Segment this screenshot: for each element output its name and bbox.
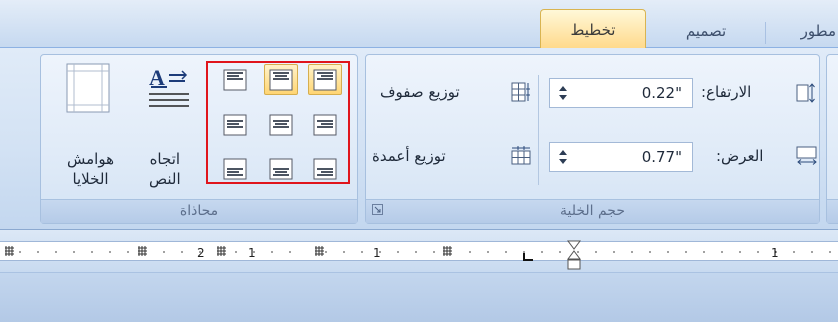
- distribute-rows-icon: [511, 82, 531, 106]
- height-spinner-icon[interactable]: [558, 84, 568, 102]
- group-label-cell-size: حجم الخلية: [366, 199, 819, 223]
- text-direction-icon: A: [147, 65, 193, 119]
- height-label: الارتفاع:: [701, 83, 752, 101]
- cell-margins-icon: [66, 63, 110, 117]
- ruler-column-marker[interactable]: [315, 246, 324, 256]
- tab-stop-icon[interactable]: [523, 248, 535, 267]
- width-value: 0.77": [641, 148, 682, 166]
- ruler-ticks: 2 1 1 1: [5, 246, 831, 260]
- distribute-columns-icon: [511, 145, 531, 169]
- ribbon-group-partial-right: [826, 54, 838, 224]
- tab-separator: [765, 22, 766, 44]
- ruler-column-marker[interactable]: [217, 246, 226, 256]
- ruler-number: 1: [771, 246, 779, 260]
- ruler-number: 2: [197, 246, 205, 260]
- ruler-bar: 2 1 1 1: [0, 230, 838, 273]
- column-width-icon: [796, 146, 818, 170]
- group-separator: [538, 75, 539, 185]
- tab-layout[interactable]: تخطيط: [540, 9, 646, 49]
- ruler-number: 1: [248, 246, 256, 260]
- distribute-columns-button[interactable]: توزيع أعمدة: [372, 147, 446, 165]
- width-spinner-icon[interactable]: [558, 148, 568, 166]
- group-label-partial: [827, 199, 838, 223]
- distribute-rows-button[interactable]: توزيع صفوف: [380, 83, 460, 101]
- document-area-background: [0, 273, 838, 322]
- horizontal-ruler[interactable]: 2 1 1 1: [0, 241, 838, 261]
- ribbon-group-cell-size: الارتفاع: 0.22" توزيع صفوف العرض: 0.77" …: [365, 54, 820, 224]
- text-direction-button[interactable]: A اتجاه النص: [129, 61, 204, 191]
- tab-design[interactable]: تصميم: [650, 16, 762, 48]
- ruler-column-marker[interactable]: [443, 246, 452, 256]
- word-window: تخطيط تصميم مطور الارتفاع: 0.22" توزيع ص…: [0, 0, 838, 322]
- indent-marker-icon[interactable]: [566, 240, 582, 276]
- height-input[interactable]: 0.22": [549, 78, 693, 108]
- tab-developer[interactable]: مطور: [770, 16, 838, 48]
- cell-margins-button[interactable]: هوامش الخلايا: [51, 61, 121, 191]
- group-label-alignment: محاذاة: [41, 199, 357, 223]
- ribbon-panel: الارتفاع: 0.22" توزيع صفوف العرض: 0.77" …: [0, 48, 838, 230]
- ruler-column-marker[interactable]: [138, 246, 147, 256]
- cell-margins-label: هوامش الخلايا: [67, 150, 114, 188]
- ruler-column-marker[interactable]: [5, 246, 14, 256]
- width-label: العرض:: [716, 147, 764, 165]
- width-input[interactable]: 0.77": [549, 142, 693, 172]
- dialog-launcher-icon[interactable]: [372, 204, 383, 218]
- text-direction-label: اتجاه النص: [149, 150, 181, 188]
- selection-highlight-box: [206, 61, 350, 184]
- ribbon-tab-bar: تخطيط تصميم مطور: [0, 0, 838, 49]
- row-height-icon: [796, 82, 816, 108]
- ruler-number: 1: [373, 246, 381, 260]
- height-value: 0.22": [641, 84, 682, 102]
